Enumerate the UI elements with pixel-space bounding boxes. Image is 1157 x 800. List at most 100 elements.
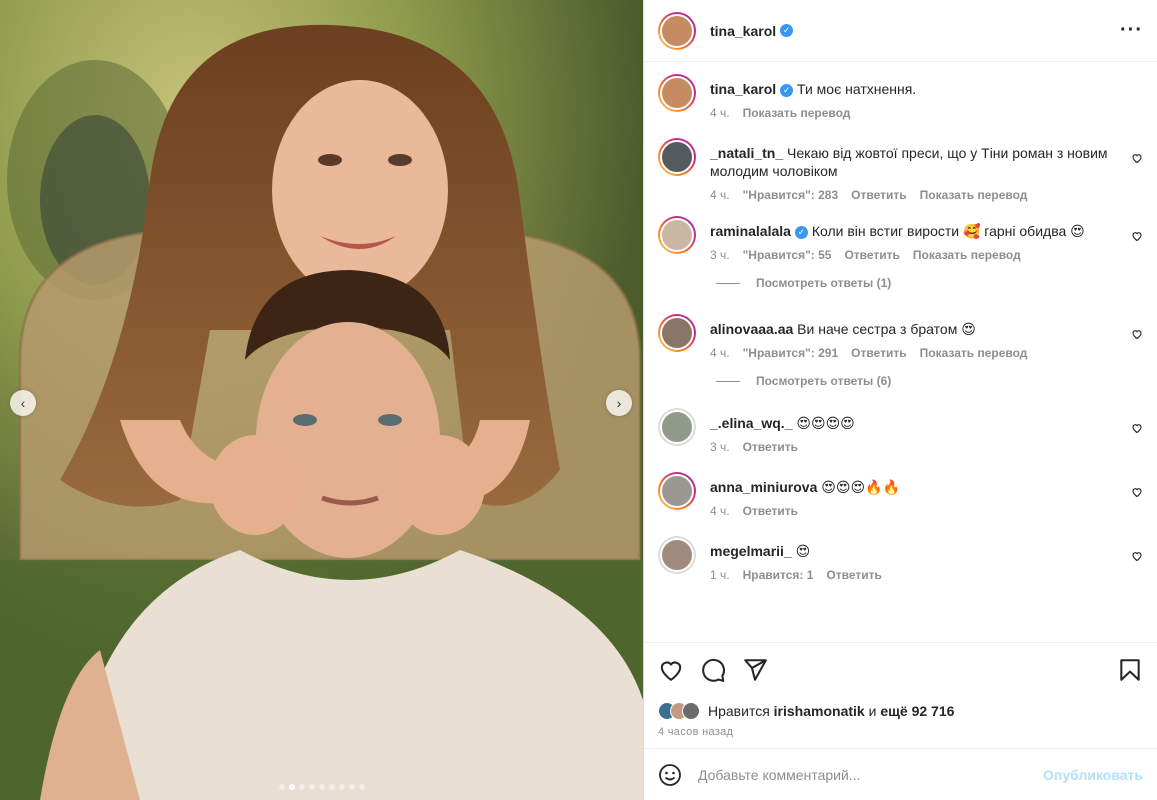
translate-button[interactable]: Показать перевод: [913, 248, 1021, 262]
author-username[interactable]: tina_karol: [710, 23, 776, 39]
caption-translate[interactable]: Показать перевод: [743, 106, 851, 120]
caption-username[interactable]: tina_karol: [710, 81, 776, 97]
more-icon[interactable]: ···: [1120, 19, 1143, 42]
comment-username[interactable]: anna_miniurova: [710, 479, 817, 495]
translate-button[interactable]: Показать перевод: [920, 188, 1028, 202]
comment-username[interactable]: alinovaaa.aa: [710, 321, 793, 337]
heart-icon[interactable]: [658, 657, 684, 683]
comment-likes[interactable]: Нравится: 1: [743, 568, 814, 582]
heart-icon[interactable]: [1131, 486, 1143, 498]
comment-item: anna_miniurova 😍😍😍🔥🔥 4 ч. Ответить: [644, 472, 1157, 518]
likes-user[interactable]: irishamonatik: [774, 703, 865, 719]
comment-body: 😍😍😍😍: [796, 415, 855, 431]
comment-item: alinovaaa.aa Ви наче сестра з братом 😍 4…: [644, 314, 1157, 360]
comment-likes[interactable]: "Нравится": 55: [743, 248, 832, 262]
add-comment-bar: Опубликовать: [644, 748, 1157, 800]
comment-avatar[interactable]: [658, 408, 696, 446]
author-avatar[interactable]: [658, 11, 696, 50]
comment-time[interactable]: 4 ч.: [710, 346, 730, 360]
carousel-dot: [278, 784, 285, 790]
comment-avatar[interactable]: [658, 472, 696, 510]
post-media[interactable]: ‹ ›: [0, 0, 643, 800]
comment-username[interactable]: raminalalala: [710, 223, 791, 239]
reply-button[interactable]: Ответить: [743, 440, 798, 454]
likes-count[interactable]: ещё 92 716: [880, 703, 954, 719]
reply-button[interactable]: Ответить: [743, 504, 798, 518]
carousel-indicator: [0, 784, 643, 790]
comment-meta: 3 ч. "Нравится": 55 Ответить Показать пе…: [710, 248, 1109, 262]
post-timestamp[interactable]: 4 часов назад: [644, 726, 1157, 748]
caption-avatar[interactable]: [658, 74, 696, 112]
comment-time[interactable]: 4 ч.: [710, 188, 730, 202]
reply-button[interactable]: Ответить: [826, 568, 881, 582]
post-photo: [0, 0, 643, 800]
comment-text: _.elina_wq._ 😍😍😍😍: [710, 408, 1109, 432]
view-replies-button[interactable]: Посмотреть ответы (1): [716, 276, 1157, 290]
likes-and: и: [868, 703, 877, 719]
chevron-left-icon[interactable]: ‹: [10, 390, 36, 416]
caption-time[interactable]: 4 ч.: [710, 106, 730, 120]
emoji-icon[interactable]: [658, 763, 682, 787]
post-actions: [644, 642, 1157, 696]
comment-text: raminalalala ✓ Коли він встиг вирости 🥰 г…: [710, 216, 1109, 240]
comment-username[interactable]: megelmarii_: [710, 543, 792, 559]
comment-input[interactable]: [698, 766, 1044, 783]
comment-avatar[interactable]: [658, 536, 696, 574]
heart-icon[interactable]: [1131, 422, 1143, 434]
reply-button[interactable]: Ответить: [844, 248, 899, 262]
heart-icon[interactable]: [1131, 152, 1143, 164]
likers-avatars[interactable]: [658, 702, 700, 720]
comment-username[interactable]: _natali_tn_: [710, 145, 783, 161]
translate-button[interactable]: Показать перевод: [920, 346, 1028, 360]
post-side-panel: tina_karol ✓ ··· tina_karol ✓ Ти моє натх…: [643, 0, 1157, 800]
save-icon[interactable]: [1117, 657, 1143, 683]
share-icon[interactable]: [742, 657, 768, 683]
comment-username[interactable]: _.elina_wq._: [710, 415, 792, 431]
carousel-dot: [348, 784, 355, 790]
liker-avatar: [682, 702, 700, 720]
comment-body: 😍: [795, 543, 811, 559]
comment-likes[interactable]: "Нравится": 283: [743, 188, 839, 202]
comment-meta: 4 ч. "Нравится": 283 Ответить Показать п…: [710, 188, 1109, 202]
heart-icon[interactable]: [1131, 328, 1143, 340]
view-replies-label[interactable]: Посмотреть ответы (1): [756, 276, 891, 290]
verified-icon: ✓: [780, 83, 794, 97]
verified-icon: ✓: [780, 24, 794, 37]
comment-icon[interactable]: [700, 657, 726, 683]
likes-summary: Нравится irishamonatik и ещё 92 716: [644, 696, 1157, 726]
heart-icon[interactable]: [1131, 230, 1143, 242]
view-replies-button[interactable]: Посмотреть ответы (6): [716, 374, 1157, 388]
comment-body: Ви наче сестра з братом 😍: [797, 321, 976, 337]
comment-text: anna_miniurova 😍😍😍🔥🔥: [710, 472, 1109, 496]
comment-text: megelmarii_ 😍: [710, 536, 1109, 560]
comment-avatar[interactable]: [658, 138, 696, 176]
comment-meta: 1 ч. Нравится: 1 Ответить: [710, 568, 1109, 582]
view-replies-label[interactable]: Посмотреть ответы (6): [756, 374, 891, 388]
comment-time[interactable]: 3 ч.: [710, 248, 730, 262]
comment-likes[interactable]: "Нравится": 291: [743, 346, 839, 360]
publish-button[interactable]: Опубликовать: [1043, 767, 1143, 783]
carousel-dot: [298, 784, 305, 790]
verified-icon: ✓: [794, 225, 808, 239]
comment-time[interactable]: 3 ч.: [710, 440, 730, 454]
caption: tina_karol ✓ Ти моє натхнення. 4 ч. Показ…: [644, 74, 1157, 120]
carousel-dot: [338, 784, 345, 790]
comment-meta: 4 ч. "Нравится": 291 Ответить Показать п…: [710, 346, 1109, 360]
reply-button[interactable]: Ответить: [851, 346, 906, 360]
replies-divider: [716, 380, 740, 382]
carousel-dot: [288, 784, 295, 790]
post-header: tina_karol ✓ ···: [644, 0, 1157, 62]
comment-avatar[interactable]: [658, 216, 696, 254]
reply-button[interactable]: Ответить: [851, 188, 906, 202]
carousel-dot: [358, 784, 365, 790]
heart-icon[interactable]: [1131, 550, 1143, 562]
comments-list: tina_karol ✓ Ти моє натхнення. 4 ч. Показ…: [644, 62, 1157, 642]
comment-avatar[interactable]: [658, 314, 696, 352]
comment-meta: 3 ч. Ответить: [710, 440, 1109, 454]
comment-time[interactable]: 4 ч.: [710, 504, 730, 518]
caption-meta: 4 ч. Показать перевод: [710, 106, 1109, 120]
comment-time[interactable]: 1 ч.: [710, 568, 730, 582]
replies-divider: [716, 282, 740, 284]
comment-body: 😍😍😍🔥🔥: [821, 479, 900, 495]
chevron-right-icon[interactable]: ›: [606, 390, 632, 416]
